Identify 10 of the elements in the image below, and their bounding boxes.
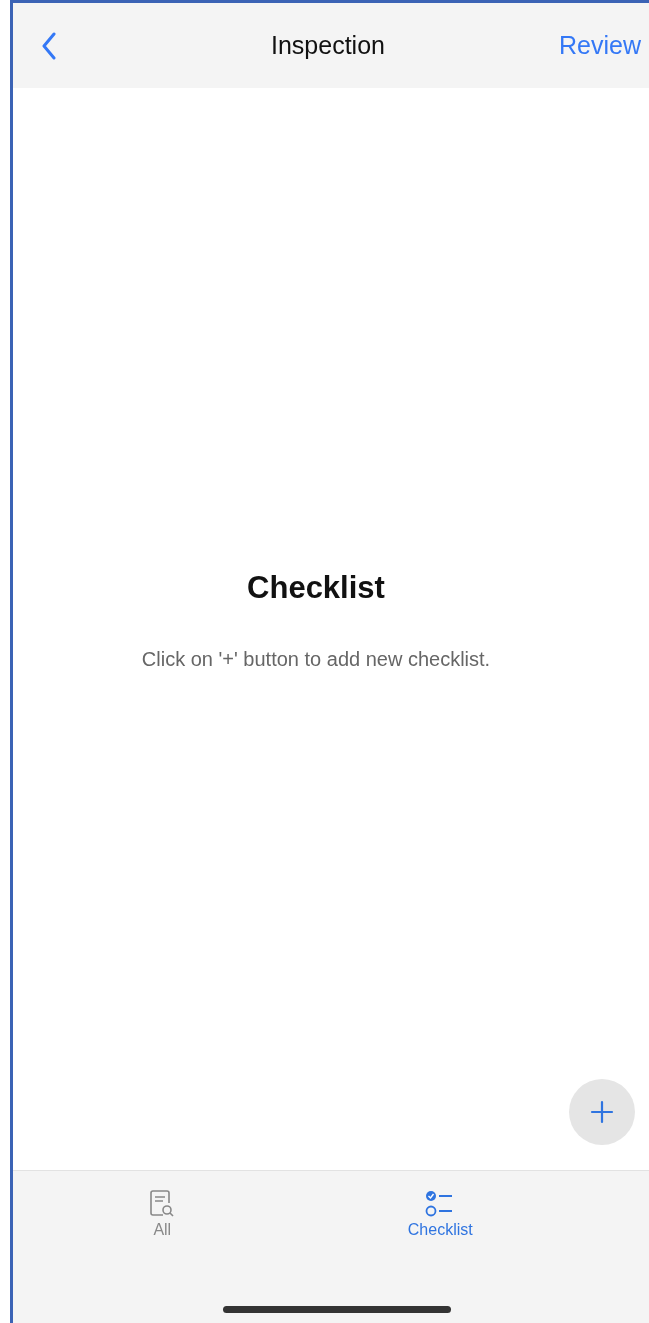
screen-title: Inspection — [271, 31, 385, 60]
back-button[interactable] — [41, 31, 57, 60]
empty-message: Click on '+' button to add new checklist. — [141, 648, 491, 671]
back-chevron-icon — [41, 31, 57, 60]
document-search-icon — [149, 1189, 176, 1219]
empty-title: Checklist — [247, 570, 385, 606]
tab[interactable]: Checklist — [407, 1189, 473, 1239]
tab[interactable]: All — [149, 1189, 176, 1239]
plus-icon — [590, 1100, 614, 1124]
review-button[interactable]: Review — [559, 31, 641, 60]
